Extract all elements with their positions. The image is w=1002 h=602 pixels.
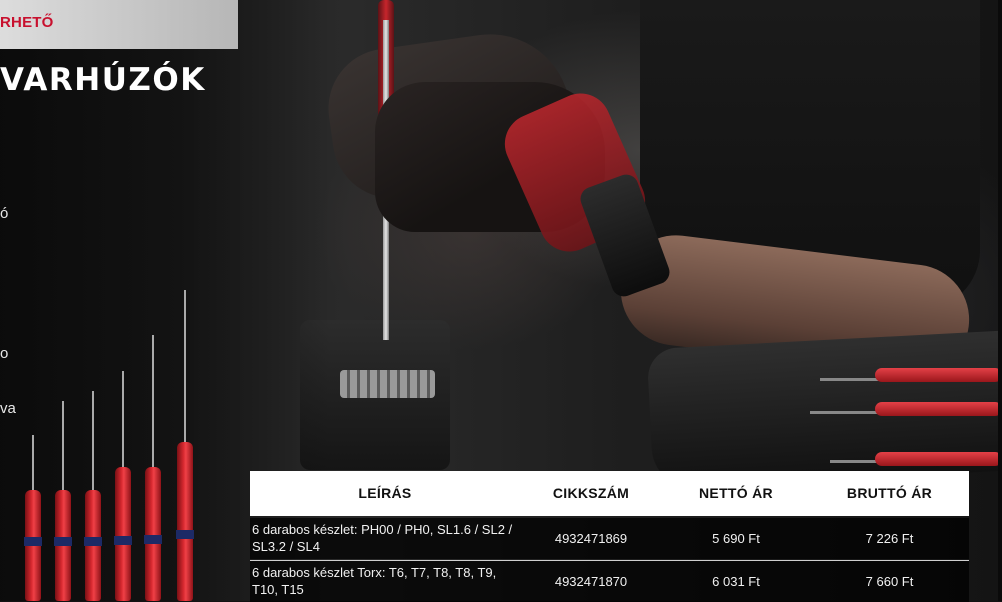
body-text-fragment: o: [0, 345, 9, 362]
row-description: 6 darabos készlet: PH00 / PH0, SL1.6 / S…: [252, 522, 513, 554]
header-gross-price: BRUTTÓ ÁR: [846, 485, 933, 501]
screwdriver-icon: [80, 391, 106, 601]
row-net-price: 5 690 Ft: [712, 531, 760, 546]
page-title: VARHÚZÓK: [0, 62, 206, 98]
body-text-fragment: ó: [0, 205, 9, 222]
row-sku: 4932471869: [554, 531, 628, 546]
photo-pouch-screwdriver: [875, 452, 1002, 466]
category-banner: RHETŐ: [0, 0, 238, 49]
row-description: 6 darabos készlet Torx: T6, T7, T8, T8, …: [252, 565, 497, 597]
screwdriver-icon: [20, 435, 46, 601]
photo-pouch-tip: [830, 460, 880, 463]
header-description: LEÍRÁS: [358, 485, 412, 501]
photo-device-gear: [340, 370, 435, 398]
screwdriver-icon: [140, 335, 166, 601]
row-gross-price: 7 226 Ft: [865, 531, 914, 546]
price-table-header: LEÍRÁS CIKKSZÁM NETTÓ ÁR BRUTTÓ ÁR: [250, 471, 969, 516]
header-net-price: NETTÓ ÁR: [699, 485, 773, 501]
table-row: 6 darabos készlet: PH00 / PH0, SL1.6 / S…: [250, 518, 969, 559]
photo-pouch-screwdriver: [875, 368, 1002, 382]
screwdriver-icon: [172, 290, 198, 601]
right-edge-strip: [998, 0, 1002, 601]
screwdriver-set-image: [20, 290, 200, 601]
photo-pouch-tip: [820, 378, 880, 381]
screwdriver-icon: [50, 401, 76, 601]
photo-pouch-tip: [810, 411, 880, 414]
row-gross-price: 7 660 Ft: [865, 574, 914, 589]
header-sku: CIKKSZÁM: [552, 485, 630, 501]
category-banner-text: RHETŐ: [0, 14, 54, 31]
body-text-fragment: va: [0, 400, 16, 417]
table-row: 6 darabos készlet Torx: T6, T7, T8, T8, …: [250, 561, 969, 602]
row-sku: 4932471870: [554, 574, 628, 589]
screwdriver-icon: [110, 371, 136, 601]
photo-pouch-screwdriver: [875, 402, 1002, 416]
price-table: LEÍRÁS CIKKSZÁM NETTÓ ÁR BRUTTÓ ÁR 6 dar…: [250, 471, 969, 602]
row-net-price: 6 031 Ft: [712, 574, 760, 589]
